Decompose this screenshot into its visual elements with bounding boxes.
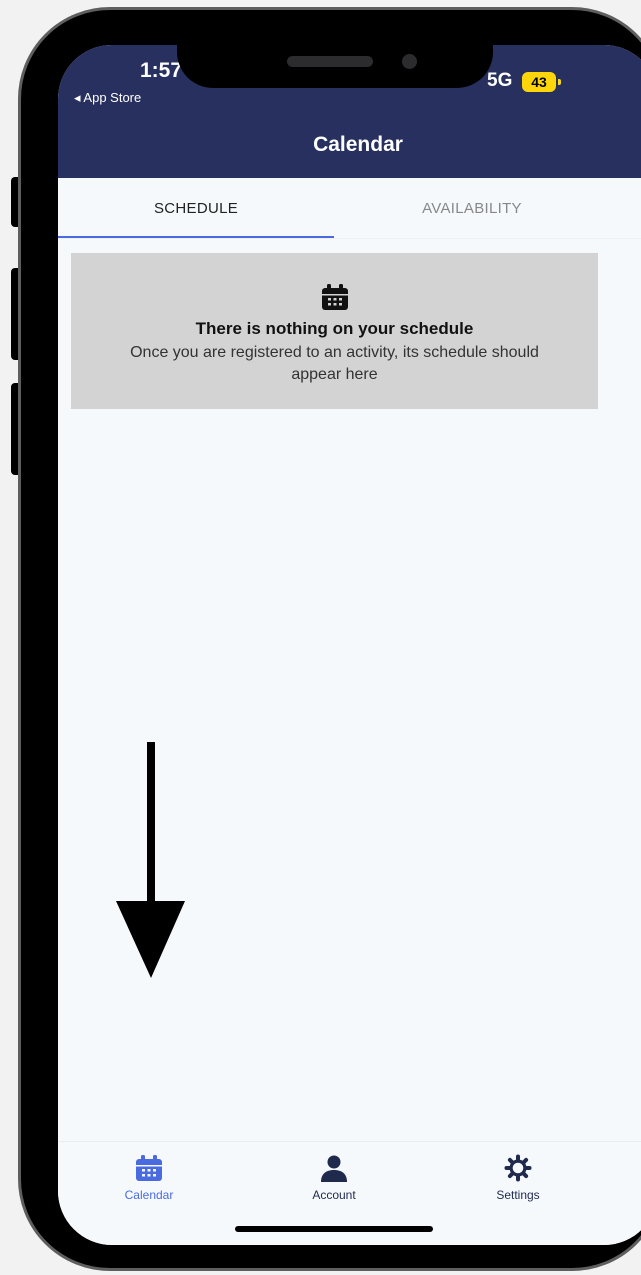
navigation-bar: 1:57 ◂ App Store 5G 43 Calendar [58,45,641,178]
gear-icon [504,1154,532,1182]
calendar-icon [136,1155,162,1181]
battery-tip [558,79,561,85]
battery-icon: 43 [522,72,556,92]
speaker-grille [287,56,373,67]
bottom-tab-label: Settings [496,1188,540,1202]
home-indicator[interactable] [235,1226,433,1232]
empty-state-description: Once you are registered to an activity, … [130,344,539,383]
network-type: 5G [487,70,513,91]
empty-schedule-card: There is nothing on your schedule Once y… [71,253,598,409]
tab-schedule[interactable]: SCHEDULE [58,178,334,239]
bottom-tab-label: Account [312,1188,356,1202]
tab-bar-top: SCHEDULE AVAILABILITY [58,178,641,239]
app-screen: 1:57 ◂ App Store 5G 43 Calendar SCHEDULE… [58,45,641,1245]
tab-divider [58,238,641,239]
front-camera [402,54,417,69]
person-icon [321,1155,347,1182]
page-title: Calendar [313,133,403,156]
back-to-app-store-link[interactable]: ◂ App Store [74,90,141,106]
scroll-down-arrow-icon [116,742,185,978]
empty-state-title: There is nothing on your schedule [195,319,474,338]
bottom-tab-settings[interactable]: Settings [458,1154,578,1202]
tab-availability[interactable]: AVAILABILITY [334,178,610,239]
bottom-tab-label: Calendar [124,1188,174,1202]
calendar-icon [322,284,348,310]
status-time: 1:57 [140,59,183,82]
bottom-tab-account[interactable]: Account [274,1154,394,1202]
bottom-tab-calendar[interactable]: Calendar [89,1154,209,1202]
notch [177,45,493,88]
